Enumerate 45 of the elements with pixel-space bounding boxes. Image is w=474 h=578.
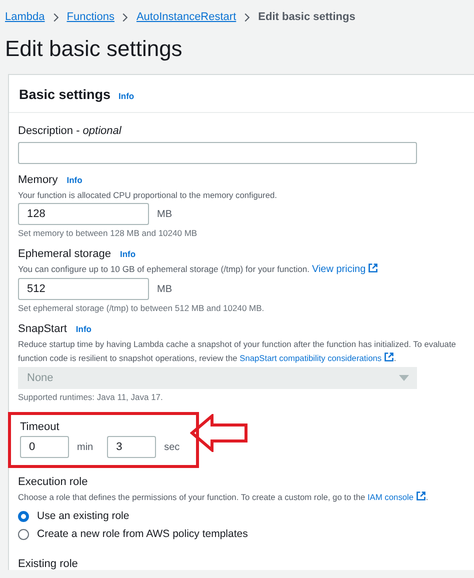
help-text: Your function is allocated CPU proportional to the memory configured. bbox=[18, 189, 278, 201]
unit-label: MB bbox=[157, 284, 172, 294]
hint-text: Supported runtimes: Java 11, Java 17. bbox=[18, 392, 164, 402]
help-text: function code is resilient to snapshot operations, review the SnapStart compatibility considerations . bbox=[18, 352, 398, 365]
info-link[interactable]: Info bbox=[118, 91, 134, 101]
field-label: Memory bbox=[18, 174, 58, 186]
field-label: Ephemeral storage bbox=[18, 248, 111, 260]
panel-title: Basic settings bbox=[19, 87, 111, 102]
input-field[interactable]: 3 bbox=[107, 436, 156, 458]
option-label: Use an existing role bbox=[37, 510, 130, 522]
option-label: Create a new role from AWS policy templates bbox=[37, 528, 248, 540]
chevron-icon bbox=[52, 12, 59, 22]
info-link[interactable]: Info bbox=[120, 249, 136, 259]
input-field[interactable]: 0 bbox=[20, 436, 69, 458]
input-field[interactable]: 512 bbox=[18, 278, 149, 300]
page-title: Edit basic settings bbox=[5, 36, 184, 62]
unit-label: MB bbox=[157, 208, 172, 220]
chevron-icon bbox=[244, 12, 250, 22]
breadcrumb-link[interactable]: Lambda bbox=[5, 11, 45, 23]
breadcrumb-link[interactable]: Functions bbox=[66, 11, 114, 23]
help-text: Choose a role that defines the permissions of your function. To create a custom role, go to the IAM console . bbox=[18, 491, 430, 504]
field-label: Timeout bbox=[20, 421, 60, 433]
unit-label: sec bbox=[164, 442, 180, 452]
radio-option[interactable]: Use an existing role bbox=[18, 510, 474, 522]
hint-text: Set memory to between 128 MB and 10240 MB bbox=[18, 228, 198, 238]
input-field[interactable]: 128 bbox=[18, 203, 149, 225]
help-text: You can configure up to 10 GB of ephemeral storage (/tmp) for your function. View pricing bbox=[18, 263, 474, 276]
hint-text: Set ephemeral storage (/tmp) to between 512 MB and 10240 MB. bbox=[18, 303, 266, 313]
field-label: Existing role bbox=[18, 558, 78, 570]
breadcrumb-link[interactable]: AutoInstanceRestart bbox=[136, 11, 236, 23]
unit-label: min bbox=[77, 442, 94, 452]
field-label: SnapStart bbox=[18, 323, 67, 335]
chevron-icon bbox=[122, 12, 128, 22]
field-label: Execution role bbox=[18, 476, 88, 488]
input-field[interactable] bbox=[18, 142, 417, 164]
radio-option[interactable]: Create a new role from AWS policy templates bbox=[18, 528, 474, 540]
breadcrumb-current: Edit basic settings bbox=[258, 11, 356, 23]
info-link[interactable]: Info bbox=[66, 175, 82, 185]
external-link[interactable]: View pricing bbox=[312, 264, 366, 275]
help-text: Reduce startup time by having Lambda cache a snapshot of your function after the function has initialized. To evaluate bbox=[18, 338, 457, 350]
radio-button[interactable] bbox=[18, 528, 29, 540]
caret-icon bbox=[399, 375, 409, 381]
radio-button[interactable] bbox=[18, 510, 29, 522]
field-label: Description - optional bbox=[18, 125, 122, 137]
external-link[interactable]: IAM console bbox=[367, 492, 414, 502]
